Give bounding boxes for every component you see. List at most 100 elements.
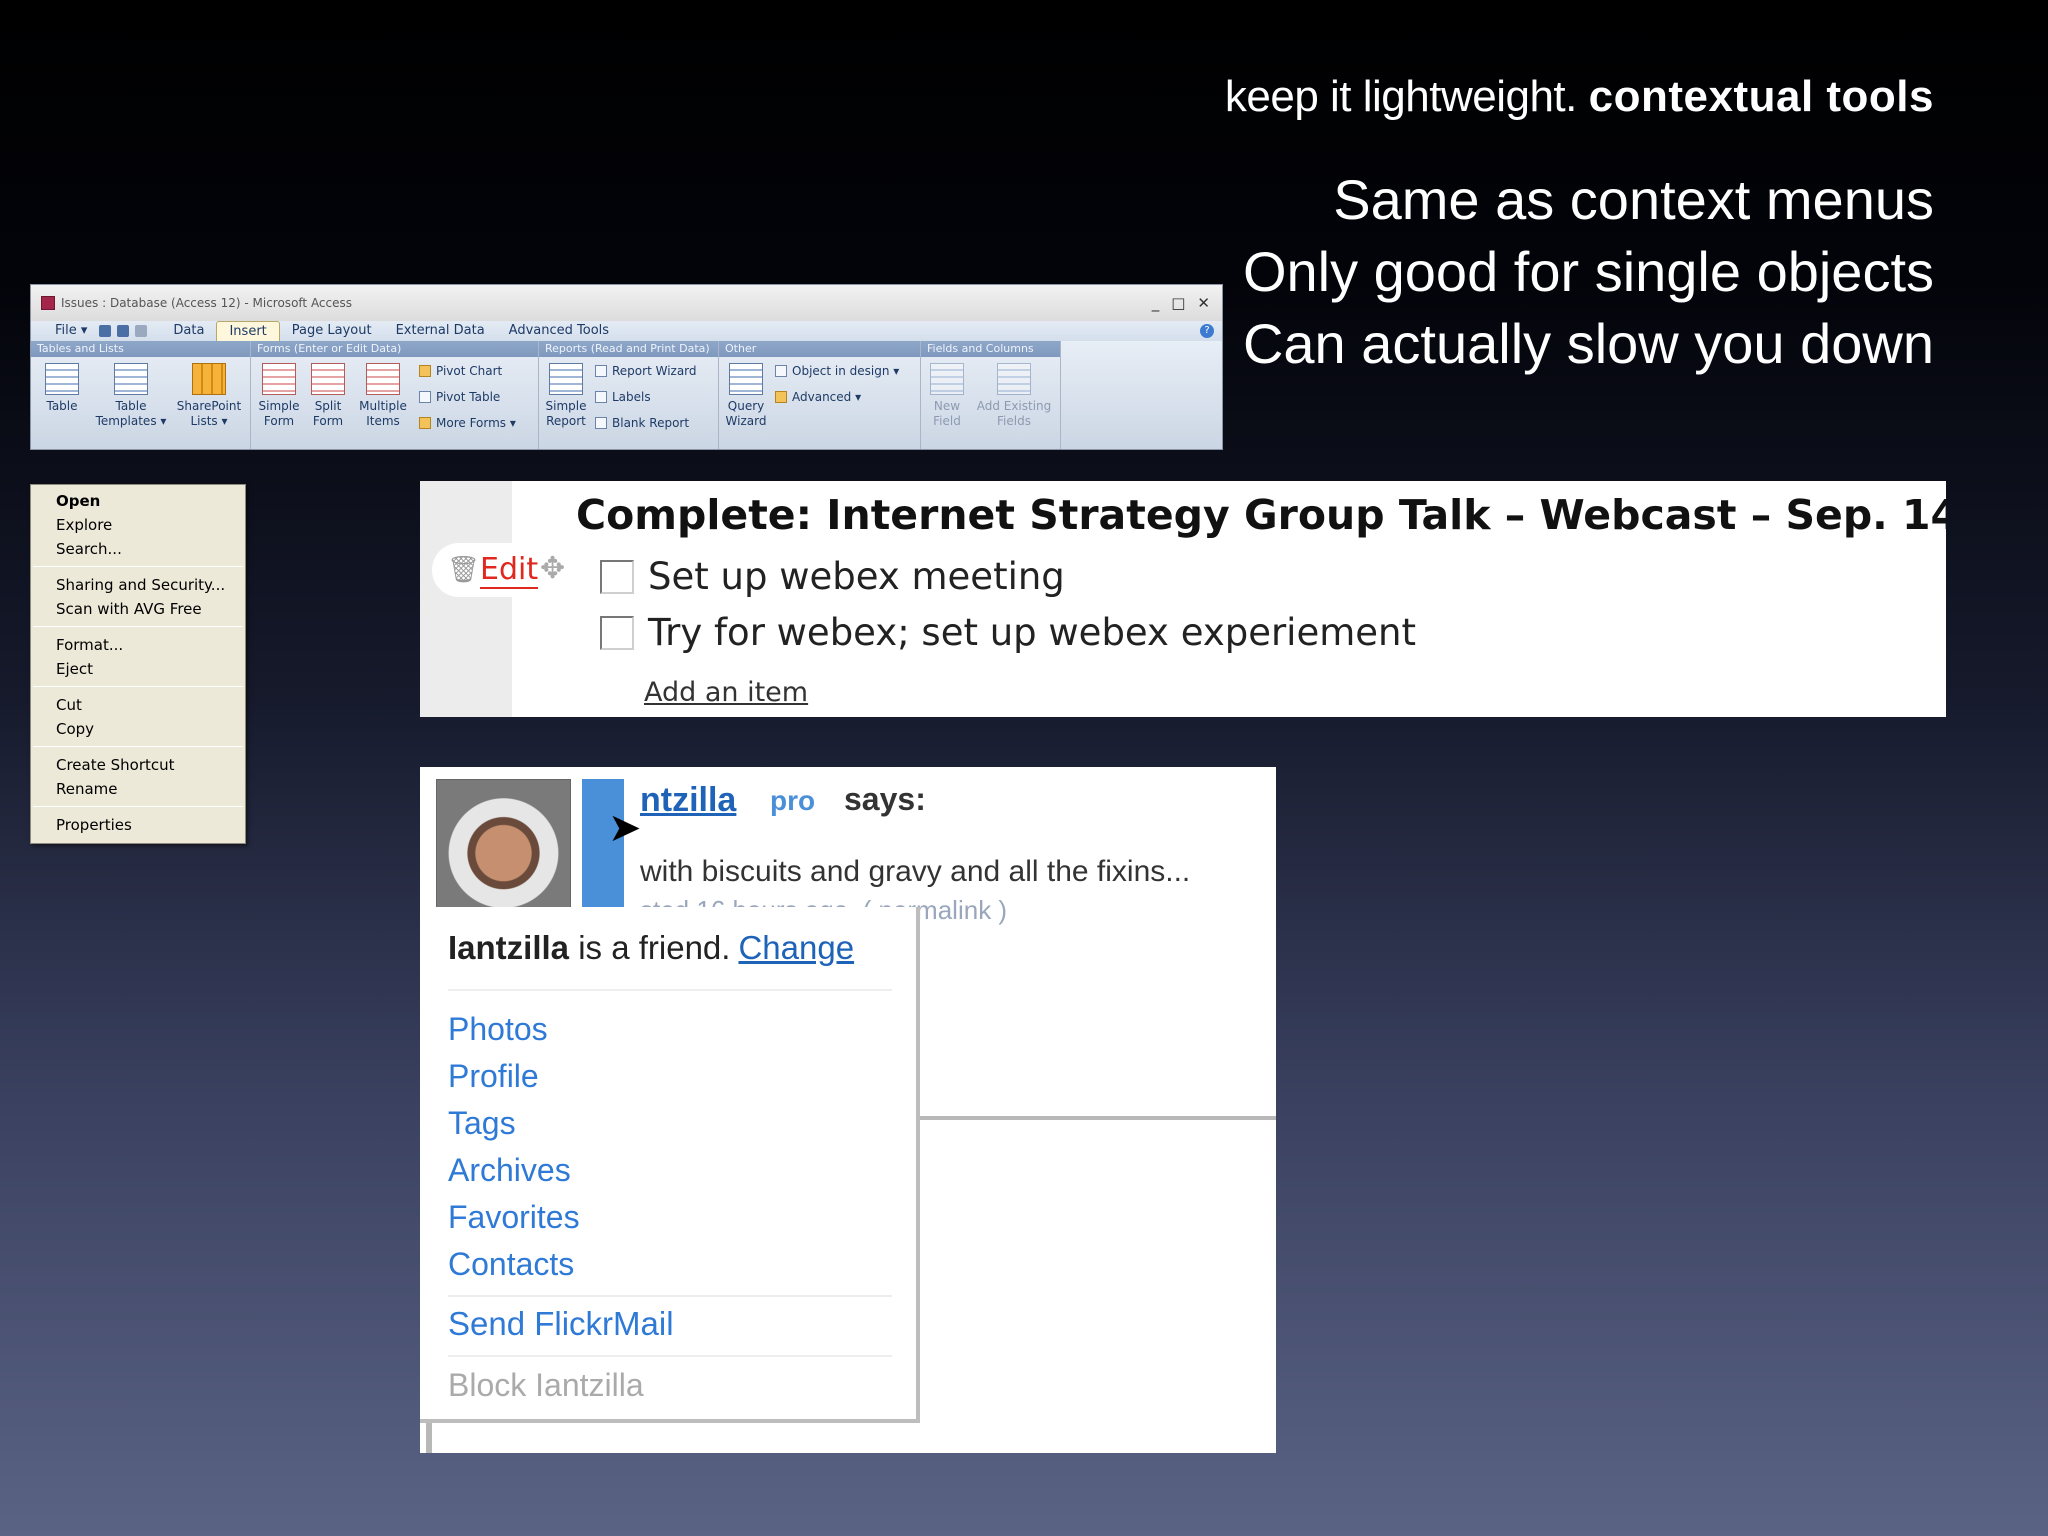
multiple-items-icon [366, 363, 400, 395]
menu-item-open[interactable]: Open [31, 489, 245, 513]
todo-item-text[interactable]: Try for webex; set up webex experiement [648, 611, 1416, 654]
add-existing-fields-button[interactable]: Add Existing Fields [971, 363, 1057, 429]
pivot-table-button[interactable]: Pivot Table [419, 389, 500, 405]
report-wizard-button[interactable]: Report Wizard [595, 363, 697, 379]
menu-item-explore[interactable]: Explore [31, 513, 245, 537]
simple-form-button[interactable]: Simple Form [255, 363, 303, 429]
menu-item-copy[interactable]: Copy [31, 717, 245, 741]
move-icon[interactable]: ✥ [540, 551, 565, 586]
minimize-icon[interactable]: _ [1152, 294, 1160, 312]
menu-item-scan-avg[interactable]: Scan with AVG Free [31, 597, 245, 621]
table-templates-icon [114, 363, 148, 395]
more-forms-button[interactable]: More Forms ▾ [419, 415, 516, 431]
todo-checkbox[interactable] [600, 615, 634, 650]
new-field-button[interactable]: New Field [925, 363, 969, 429]
table-icon [45, 363, 79, 395]
context-menu: Open Explore Search... Sharing and Secur… [30, 484, 246, 844]
pro-badge[interactable]: pro [770, 785, 815, 817]
block-user-link[interactable]: Block Iantzilla [448, 1367, 644, 1404]
tab-page-layout[interactable]: Page Layout [280, 321, 384, 341]
menu-item-eject[interactable]: Eject [31, 657, 245, 681]
todo-checkbox[interactable] [600, 559, 634, 594]
add-existing-fields-label-1: Add Existing [976, 399, 1052, 413]
todo-gutter [420, 481, 512, 717]
table-templates-button[interactable]: Table Templates ▾ [93, 363, 169, 429]
multiple-items-button[interactable]: Multiple Items [353, 363, 413, 429]
query-wizard-button[interactable]: Query Wizard [721, 363, 771, 429]
close-icon[interactable]: ✕ [1197, 294, 1210, 312]
tab-insert[interactable]: Insert [216, 321, 280, 341]
advanced-button[interactable]: Advanced ▾ [775, 389, 861, 405]
menu-separator [33, 806, 243, 807]
split-form-icon [311, 363, 345, 395]
table-button-label: Table [46, 399, 78, 413]
pivot-chart-button[interactable]: Pivot Chart [419, 363, 502, 379]
comment-username[interactable]: ntzilla [640, 781, 736, 820]
group-other: Other Query Wizard Object in design ▾ Ad… [719, 341, 921, 449]
edit-link[interactable]: Edit [480, 553, 539, 589]
maximize-icon[interactable]: □ [1171, 294, 1185, 312]
group-forms: Forms (Enter or Edit Data) Simple Form S… [251, 341, 539, 449]
file-menu-button[interactable]: File ▾ [43, 321, 99, 341]
group-fields: Fields and Columns New Field Add Existin… [921, 341, 1061, 449]
tab-advanced-tools[interactable]: Advanced Tools [497, 321, 621, 341]
says-label: says: [844, 781, 926, 817]
quick-access-toolbar [99, 325, 148, 337]
todo-item-text[interactable]: Set up webex meeting [648, 555, 1065, 598]
tab-data[interactable]: Data [161, 321, 216, 341]
labels-button[interactable]: Labels [595, 389, 651, 405]
menu-separator [33, 566, 243, 567]
undo-icon[interactable] [135, 325, 148, 337]
send-flickrmail-link[interactable]: Send FlickrMail [448, 1305, 674, 1343]
menu-item-create-shortcut[interactable]: Create Shortcut [31, 753, 245, 777]
slide-title: keep it lightweight. contextual tools [1225, 72, 1934, 122]
report-wizard-label: Report Wizard [612, 364, 697, 378]
query-wizard-label-2: Wizard [725, 414, 767, 428]
bullet-1: Same as context menus [1333, 168, 1934, 231]
menu-link-contacts[interactable]: Contacts [448, 1246, 574, 1283]
report-wizard-icon [595, 365, 607, 377]
todo-item: Set up webex meeting [600, 555, 1065, 598]
tab-external-data[interactable]: External Data [384, 321, 497, 341]
change-link[interactable]: Change [738, 929, 854, 966]
menu-item-search[interactable]: Search... [31, 537, 245, 561]
trash-icon[interactable]: 🗑 [447, 555, 480, 585]
add-item-link[interactable]: Add an item [644, 677, 808, 708]
pivot-table-icon [419, 391, 431, 403]
slide-title-bold: contextual tools [1588, 72, 1934, 121]
simple-report-button[interactable]: Simple Report [541, 363, 591, 429]
object-in-design-button[interactable]: Object in design ▾ [775, 363, 899, 379]
bullet-3: Can actually slow you down [1242, 312, 1934, 375]
blank-report-label: Blank Report [612, 416, 690, 430]
multiple-items-label-1: Multiple [359, 399, 407, 413]
buddy-context-menu: Iantzilla is a friend. Change Photos Prof… [420, 907, 920, 1423]
print-icon[interactable] [117, 325, 130, 337]
menu-link-photos[interactable]: Photos [448, 1011, 548, 1048]
menu-item-cut[interactable]: Cut [31, 693, 245, 717]
split-form-button[interactable]: Split Form [305, 363, 351, 429]
menu-item-format[interactable]: Format... [31, 633, 245, 657]
pivot-chart-icon [419, 365, 431, 377]
menu-link-profile[interactable]: Profile [448, 1058, 539, 1095]
sharepoint-lists-button[interactable]: SharePoint Lists ▾ [171, 363, 247, 429]
avatar[interactable] [436, 779, 571, 914]
sharepoint-lists-label-1: SharePoint [176, 399, 242, 413]
menu-item-sharing-security[interactable]: Sharing and Security... [31, 573, 245, 597]
table-button[interactable]: Table [37, 363, 87, 414]
advanced-label: Advanced ▾ [792, 390, 862, 404]
object-in-design-icon [775, 365, 787, 377]
slide-title-light: keep it lightweight. [1224, 72, 1578, 121]
menu-link-tags[interactable]: Tags [448, 1105, 516, 1142]
save-icon[interactable] [99, 325, 112, 337]
labels-icon [595, 391, 607, 403]
menu-separator [448, 989, 892, 991]
group-tables-and-lists: Tables and Lists Table Table Templates ▾… [31, 341, 251, 449]
menu-link-favorites[interactable]: Favorites [448, 1199, 580, 1236]
help-icon[interactable]: ? [1200, 324, 1214, 338]
access-window-title: Issues : Database (Access 12) - Microsof… [61, 296, 353, 310]
blank-report-button[interactable]: Blank Report [595, 415, 689, 431]
menu-item-properties[interactable]: Properties [31, 813, 245, 837]
menu-item-rename[interactable]: Rename [31, 777, 245, 801]
menu-link-archives[interactable]: Archives [448, 1152, 571, 1189]
sharepoint-lists-label-2: Lists ▾ [190, 414, 228, 428]
